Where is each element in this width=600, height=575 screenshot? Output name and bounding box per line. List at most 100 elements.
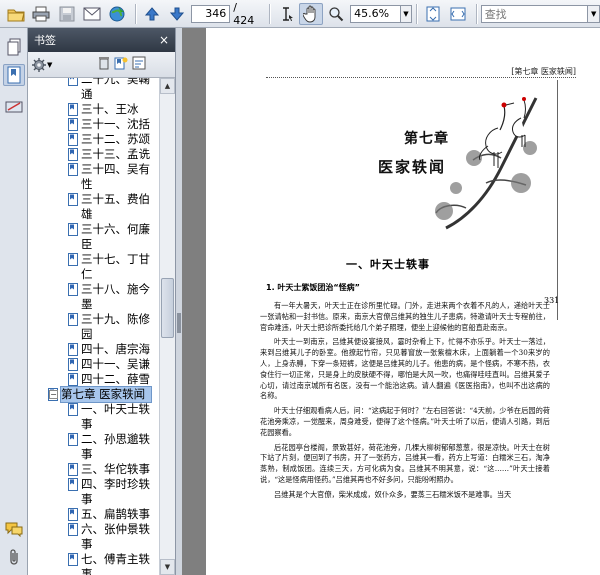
hand-icon[interactable] — [299, 2, 323, 25]
email-icon[interactable] — [80, 3, 103, 25]
bookmark-item[interactable]: 五、扁鹊轶事 — [28, 507, 160, 522]
print-icon[interactable] — [29, 3, 52, 25]
bookmark-icon — [68, 358, 78, 371]
bookmark-item[interactable]: 一、叶天士轶事 — [28, 402, 160, 432]
bookmark-label: 三十三、孟诜 — [81, 147, 150, 161]
bookmark-item[interactable]: 四十二、薛雪 — [28, 372, 160, 387]
bookmark-item[interactable]: 二、孙思邈轶事 — [28, 432, 160, 462]
zoom-dropdown-icon[interactable]: ▼ — [401, 4, 412, 23]
bookmarks-panel-header: 书签 × — [28, 28, 175, 52]
document-viewport[interactable]: [第七章 医家轶闻] 331 第七章 医家轶闻 一、叶天士轶事 1. 叶天士紫饭… — [182, 28, 600, 575]
delete-bookmark-icon[interactable] — [98, 56, 110, 73]
paragraph: 有一年大暑天，叶天士正在诊所里忙碌。门外，走进来两个衣着不凡的人，递给叶天士一张… — [260, 301, 550, 332]
bookmark-icon — [68, 313, 78, 326]
paragraph: 叶天士一到南京，吕维其便设宴接风，霎时杂肴上下，忙得不亦乐乎。叶天士一落过，来到… — [260, 337, 550, 401]
zoom-icon[interactable] — [325, 3, 348, 25]
bookmark-item[interactable]: 三十三、孟诜 — [28, 147, 160, 162]
bookmark-item[interactable]: 三十二、苏颂 — [28, 132, 160, 147]
bookmark-list: 二十九、吴鞠通 三十、王冰 三十一、沈括 三十二、苏颂 三十三、孟诜 三十四、吴有性 三十五… — [28, 78, 160, 575]
body-text: 有一年大暑天，叶天士正在诊所里忙碌。门外，走进来两个衣着不凡的人，递给叶天士一张… — [260, 301, 550, 505]
paragraph: 叶天士仔细观看病人后，问：“这病起于何时？”左右回答说：“4天前，少爷在后园的荷… — [260, 406, 550, 437]
pdf-page: [第七章 医家轶闻] 331 第七章 医家轶闻 一、叶天士轶事 1. 叶天士紫饭… — [206, 28, 600, 575]
navigation-strip — [0, 28, 28, 575]
bookmarks-scrollbar[interactable]: ▲ ▼ — [159, 78, 175, 575]
bookmarks-panel: 书签 × ▼ 二十九、吴鞠通 三十、王冰 三十一、沈括 三十二、苏颂 三十三、孟诜 三十四… — [28, 28, 176, 575]
collapse-icon[interactable]: − — [49, 390, 58, 399]
globe-icon[interactable] — [106, 3, 129, 25]
bookmark-label: 七、傅青主轶事 — [81, 552, 150, 575]
bookmarks-toolbar: ▼ — [28, 52, 175, 78]
bookmark-icon — [68, 433, 78, 446]
bookmark-item[interactable]: 三十五、费伯雄 — [28, 192, 160, 222]
bookmark-icon — [68, 523, 78, 536]
save-icon[interactable] — [55, 3, 78, 25]
zoom-level-input[interactable]: 45.6% — [350, 4, 402, 23]
bookmark-item[interactable]: 三十一、沈括 — [28, 117, 160, 132]
bookmark-icon — [68, 223, 78, 236]
bookmark-label: 四十、唐宗海 — [81, 342, 150, 356]
scroll-down-icon[interactable]: ▼ — [160, 559, 175, 575]
bookmark-item[interactable]: 三十七、丁甘仁 — [28, 252, 160, 282]
bookmark-item[interactable]: 三十九、陈修园 — [28, 312, 160, 342]
bookmark-item[interactable]: 三十六、何廉臣 — [28, 222, 160, 252]
bookmarks-panel-icon[interactable] — [3, 64, 25, 86]
expand-bookmark-icon[interactable] — [132, 56, 146, 73]
fit-page-icon[interactable] — [421, 3, 444, 25]
search-dropdown-icon[interactable]: ▼ — [588, 4, 600, 23]
toolbar-separator — [135, 3, 137, 24]
new-bookmark-icon[interactable] — [114, 56, 128, 73]
select-text-icon[interactable] — [274, 3, 297, 25]
page-number-input[interactable]: 346 — [191, 4, 231, 23]
bookmark-label: 三十四、吴有性 — [81, 162, 150, 191]
bookmark-label: 第七章 医家轶闻 — [60, 386, 152, 403]
open-icon[interactable] — [4, 3, 27, 25]
subsection-title: 1. 叶天士紫饭团治“怪病” — [266, 283, 360, 292]
panel-title: 书签 — [34, 34, 56, 47]
gear-icon[interactable]: ▼ — [32, 57, 52, 72]
bookmark-label: 四十二、薛雪 — [81, 372, 150, 386]
bookmark-item[interactable]: 七、傅青主轶事 — [28, 552, 160, 575]
splitter-grip[interactable] — [177, 313, 181, 333]
bookmark-label: 三十九、陈修园 — [81, 312, 150, 341]
bookmark-icon — [68, 553, 78, 566]
section-title: 一、叶天士轶事 — [346, 258, 430, 271]
signatures-panel-icon[interactable] — [3, 96, 25, 118]
bookmark-icon — [68, 133, 78, 146]
next-page-icon[interactable] — [166, 3, 189, 25]
bookmark-icon — [68, 478, 78, 491]
bookmark-icon — [68, 403, 78, 416]
scroll-up-icon[interactable]: ▲ — [160, 78, 175, 94]
bookmark-label: 二十九、吴鞠通 — [81, 78, 150, 101]
bookmark-icon — [68, 463, 78, 476]
bookmark-item[interactable]: 六、张仲景轶事 — [28, 522, 160, 552]
toolbar-separator — [415, 3, 417, 24]
search-input[interactable]: 查找 — [480, 4, 589, 23]
bookmark-item[interactable]: 三十四、吴有性 — [28, 162, 160, 192]
bookmark-label: 三十八、施今墨 — [81, 282, 150, 311]
close-icon[interactable]: × — [159, 33, 169, 47]
bookmark-label: 一、叶天士轶事 — [81, 402, 150, 431]
chapter-title: 第七章 — [404, 131, 449, 147]
bookmark-icon — [68, 103, 78, 116]
toolbar-separator — [475, 3, 477, 24]
scroll-thumb[interactable] — [161, 278, 174, 338]
bookmark-item[interactable]: 二十九、吴鞠通 — [28, 78, 160, 102]
bookmark-item[interactable]: 三、华佗轶事 — [28, 462, 160, 477]
bookmark-chapter[interactable]: − 第七章 医家轶闻 — [28, 386, 160, 403]
bookmark-icon — [68, 283, 78, 296]
bookmark-label: 四、李时珍轶事 — [81, 477, 150, 506]
bookmark-icon — [68, 163, 78, 176]
bookmark-item[interactable]: 四十、唐宗海 — [28, 342, 160, 357]
fit-width-icon[interactable] — [446, 3, 469, 25]
bookmark-label: 二、孙思邈轶事 — [81, 432, 150, 461]
prev-page-icon[interactable] — [140, 3, 163, 25]
attachments-icon[interactable] — [3, 546, 25, 568]
bookmark-item[interactable]: 三十八、施今墨 — [28, 282, 160, 312]
bookmark-item[interactable]: 三十、王冰 — [28, 102, 160, 117]
bookmark-item[interactable]: 四、李时珍轶事 — [28, 477, 160, 507]
bookmark-icon — [68, 253, 78, 266]
bookmark-icon — [68, 118, 78, 131]
comments-icon[interactable] — [3, 518, 25, 540]
bookmark-item[interactable]: 四十一、吴谦 — [28, 357, 160, 372]
pages-panel-icon[interactable] — [3, 36, 25, 58]
